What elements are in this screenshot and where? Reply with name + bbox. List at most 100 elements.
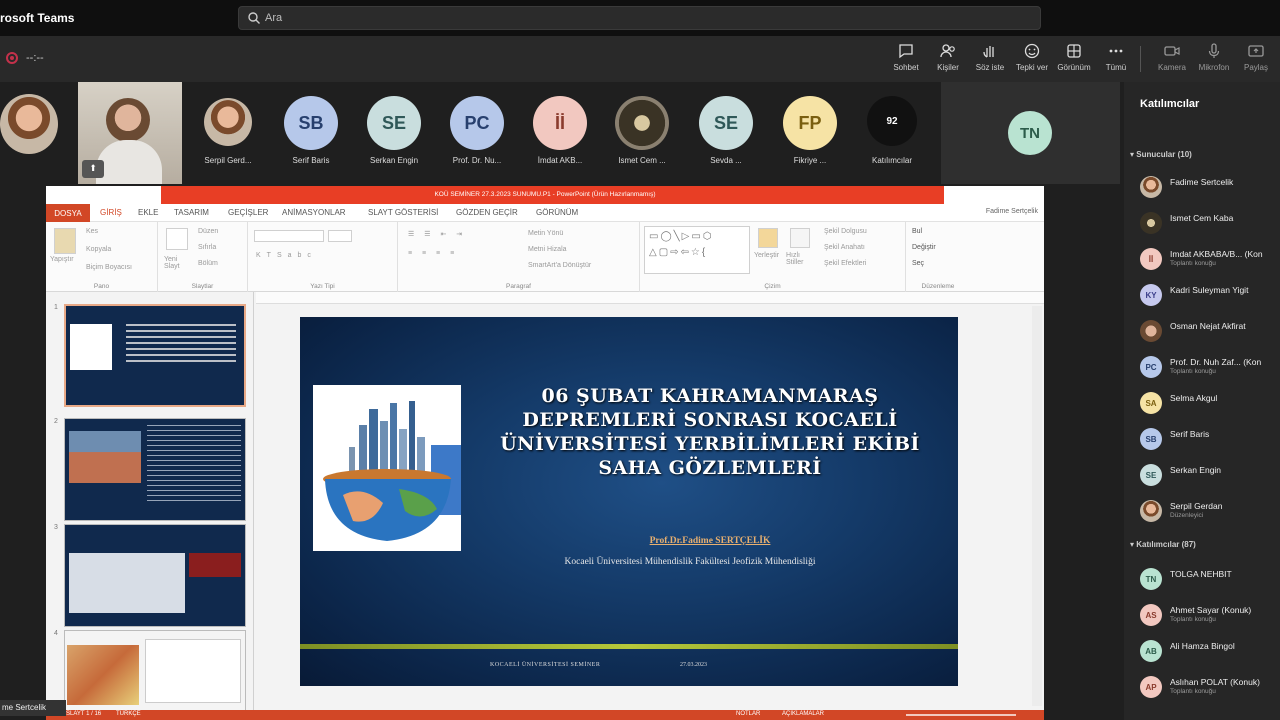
participant-row[interactable]: Serpil Gerdan Düzenleyici: [1140, 496, 1280, 524]
tab-home[interactable]: GİRİŞ: [100, 208, 122, 217]
tab-animations[interactable]: ANİMASYONLAR: [282, 208, 346, 217]
cut-button[interactable]: Kes: [86, 228, 98, 235]
participant-row[interactable]: KY Kadri Suleyman Yigit: [1140, 280, 1280, 308]
font-name-box[interactable]: [254, 230, 324, 242]
arrange-icon[interactable]: [758, 228, 778, 248]
camera-button[interactable]: Kamera: [1152, 42, 1192, 78]
raise-hand-button[interactable]: Söz iste: [970, 42, 1010, 78]
tab-review[interactable]: GÖZDEN GEÇİR: [456, 208, 518, 217]
quick-styles-button[interactable]: Hızlı Stiller: [786, 252, 816, 266]
meeting-toolbar: --:-- Sohbet Kişiler Söz iste Tepki ver …: [0, 36, 1280, 84]
shapes-gallery[interactable]: ▭◯╲▷▭⬡ △▢⇨⇦☆{: [644, 226, 750, 274]
people-icon: [940, 44, 955, 58]
zoom-slider[interactable]: [906, 714, 1016, 716]
paste-icon[interactable]: [54, 228, 76, 254]
replace-button[interactable]: Değiştir: [912, 244, 936, 251]
section-button[interactable]: Bölüm: [198, 260, 218, 267]
participant-tile[interactable]: Serpil Gerd...: [196, 82, 260, 184]
more-button[interactable]: Tümü: [1096, 42, 1136, 78]
slide-thumbnail-4[interactable]: [64, 630, 246, 720]
participant-row[interactable]: TN TOLGA NEHBIT: [1140, 564, 1280, 592]
text-direction-button[interactable]: Metin Yönü: [528, 230, 563, 237]
tab-view[interactable]: GÖRÜNÜM: [536, 208, 578, 217]
people-button[interactable]: Kişiler: [928, 42, 968, 84]
pin-icon[interactable]: ⬆: [82, 160, 104, 178]
participant-row[interactable]: SE Serkan Engin: [1140, 460, 1280, 488]
presenters-header[interactable]: Sunucular (10): [1130, 150, 1192, 159]
group-label-slides: Slaytlar: [191, 283, 214, 290]
participant-row[interactable]: Ismet Cem Kaba: [1140, 208, 1280, 236]
participant-tile[interactable]: SE Serkan Engin: [356, 82, 432, 184]
participant-face: [106, 98, 150, 142]
participant-row[interactable]: Fadime Sertcelik: [1140, 172, 1280, 200]
group-label-editing: Düzenleme: [921, 283, 955, 290]
language-indicator[interactable]: TÜRKÇE: [116, 711, 141, 717]
shape-effects-button[interactable]: Şekil Efektleri: [824, 260, 866, 267]
share-button[interactable]: Paylaş: [1236, 42, 1276, 78]
participant-name: Ismet Cem Kaba: [1170, 213, 1234, 223]
participant-tile[interactable]: PC Prof. Dr. Nu...: [438, 82, 516, 184]
paste-button[interactable]: Yapıştır: [50, 256, 74, 263]
participant-row[interactable]: AB Ali Hamza Bingol: [1140, 636, 1280, 664]
select-button[interactable]: Seç: [912, 260, 924, 267]
font-size-box[interactable]: [328, 230, 352, 242]
align-icon[interactable]: ≡ ≡ ≡ ≡: [408, 250, 458, 257]
participant-count-badge: 92: [867, 96, 917, 146]
align-text-button[interactable]: Metni Hizala: [528, 246, 567, 253]
mic-button[interactable]: Mikrofon: [1194, 42, 1234, 78]
comments-button[interactable]: AÇIKLAMALAR: [782, 711, 824, 717]
participant-avatar: İİ: [533, 96, 587, 150]
ppt-user-name[interactable]: Fadime Sertçelik: [986, 208, 1038, 215]
font-format-buttons[interactable]: KTSabc: [256, 252, 317, 259]
participant-tile[interactable]: SB Serif Baris: [276, 82, 346, 184]
layout-button[interactable]: Düzen: [198, 228, 218, 235]
participant-row[interactable]: Osman Nejat Akfirat: [1140, 316, 1280, 344]
participant-row[interactable]: AS Ahmet Sayar (Konuk) Toplantı konuğu: [1140, 600, 1280, 628]
search-placeholder: Ara: [265, 12, 283, 24]
quick-styles-icon[interactable]: [790, 228, 810, 248]
participant-row[interactable]: SA Selma Akgul: [1140, 388, 1280, 416]
slide-thumbnail-2[interactable]: [64, 418, 246, 521]
shape-outline-button[interactable]: Şekil Anahatı: [824, 244, 865, 251]
shape-fill-button[interactable]: Şekil Dolgusu: [824, 228, 867, 235]
tab-insert[interactable]: EKLE: [138, 208, 158, 217]
participant-video-tile[interactable]: [0, 82, 60, 184]
reset-button[interactable]: Sıfırla: [198, 244, 216, 251]
participant-tile[interactable]: SE Sevda ...: [688, 82, 764, 184]
attendees-header[interactable]: Katılımcılar (87): [1130, 540, 1196, 549]
new-slide-button[interactable]: Yeni Slayt: [164, 256, 194, 270]
slide-thumbnail-3[interactable]: [64, 524, 246, 627]
find-button[interactable]: Bul: [912, 228, 922, 235]
participant-tile[interactable]: İİ İmdat AKB...: [522, 82, 598, 184]
notes-button[interactable]: NOTLAR: [736, 711, 760, 717]
slide-thumbnail-1[interactable]: [64, 304, 246, 407]
participant-role: Düzenleyici: [1170, 512, 1204, 519]
participant-row[interactable]: PC Prof. Dr. Nuh Zaf... (Kon Toplantı ko…: [1140, 352, 1280, 380]
format-painter-button[interactable]: Biçim Boyacısı: [86, 264, 132, 271]
tab-design[interactable]: TASARIM: [174, 208, 209, 217]
participant-large-tile[interactable]: TN: [941, 82, 1120, 184]
participant-video-tile[interactable]: ⬆: [78, 82, 182, 184]
participant-row[interactable]: AP Aslıhan POLAT (Konuk) Toplantı konuğu: [1140, 672, 1280, 700]
tab-file[interactable]: DOSYA: [46, 204, 90, 222]
vertical-scrollbar[interactable]: [1032, 306, 1042, 706]
tab-slideshow[interactable]: SLAYT GÖSTERİSİ: [368, 208, 438, 217]
participants-overflow-tile[interactable]: 92 Katılımcılar: [856, 82, 928, 184]
copy-button[interactable]: Kopyala: [86, 246, 111, 253]
smartart-button[interactable]: SmartArt'a Dönüştür: [528, 262, 591, 269]
search-box[interactable]: Ara: [238, 6, 1041, 30]
participant-row[interactable]: SB Serif Baris: [1140, 424, 1280, 452]
chat-button[interactable]: Sohbet: [886, 42, 926, 78]
participant-row[interactable]: İİ Imdat AKBABA/B... (Kon Toplantı konuğ…: [1140, 244, 1280, 272]
ribbon-group-slides: Yeni Slayt Düzen Sıfırla Bölüm Slaytlar: [158, 222, 248, 292]
participant-name: Fikriye ...: [793, 156, 827, 165]
react-button[interactable]: Tepki ver: [1012, 42, 1052, 78]
participant-tile[interactable]: Ismet Cem ...: [604, 82, 680, 184]
participant-tile[interactable]: FP Fikriye ...: [772, 82, 848, 184]
arrange-button[interactable]: Yerleştir: [754, 252, 779, 259]
list-icon[interactable]: ☰ ☰ ⇤ ⇥: [408, 230, 466, 238]
new-slide-icon[interactable]: [166, 228, 188, 250]
tab-transitions[interactable]: GEÇİŞLER: [228, 208, 268, 217]
view-button[interactable]: Görünüm: [1054, 42, 1094, 78]
main-slide[interactable]: 06 ŞUBAT KAHRAMANMARAŞ DEPREMLERİ SONRAS…: [300, 317, 958, 686]
